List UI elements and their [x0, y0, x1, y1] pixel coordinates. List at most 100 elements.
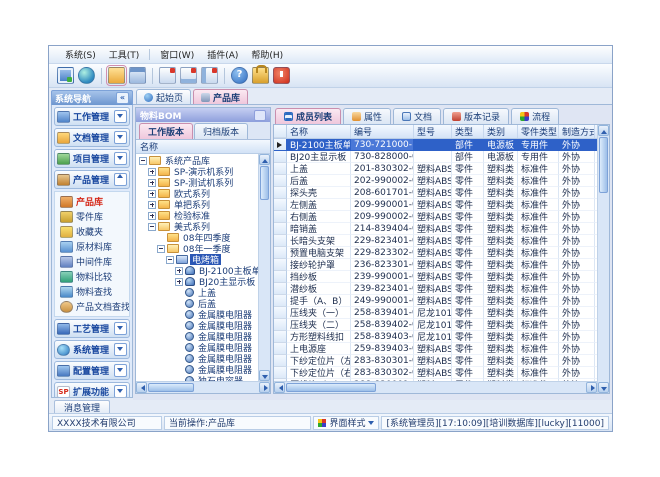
table-row[interactable]: 探头壳208-601701-01I塑料ABS零件塑料类标准件外协条	[274, 187, 597, 199]
sidebar-section-工作管理[interactable]: 工作管理	[54, 107, 130, 126]
table-row[interactable]: 下纱定位片（右）283-830302-00I塑料ABS零件塑料类标准件外协条	[274, 367, 597, 379]
scroll-down-icon[interactable]	[259, 370, 270, 381]
sidebar-section-扩展功能[interactable]: 扩展功能	[54, 382, 130, 398]
column-header-名称[interactable]: 名称	[287, 125, 351, 138]
expand-icon[interactable]	[148, 179, 156, 187]
expand-icon[interactable]	[148, 201, 156, 209]
tree-node-金属膜电阻器[interactable]: 金属膜电阻器	[136, 331, 258, 342]
table-row[interactable]: 潜纱板239-823401-00I塑料ABS零件塑料类标准件外协条	[274, 283, 597, 295]
sidebar-section-产品管理[interactable]: 产品管理	[54, 170, 130, 189]
tree-vertical-scrollbar[interactable]	[258, 154, 270, 381]
tree-node-金属膜电阻器[interactable]: 金属膜电阻器	[136, 309, 258, 320]
chevron-down-icon[interactable]	[114, 343, 127, 356]
expand-icon[interactable]	[175, 267, 183, 275]
tree-node-金属膜电阻器[interactable]: 金属膜电阻器	[136, 342, 258, 353]
table-row[interactable]: 挡纱板239-990001-01I塑料ABS零件塑料类标准件外协条	[274, 271, 597, 283]
row-selector[interactable]	[274, 151, 287, 163]
tree-node-电烤箱[interactable]: 电烤箱	[136, 254, 258, 265]
tree-hscroll-thumb[interactable]	[148, 383, 194, 392]
tree-column-header[interactable]: 名称	[136, 140, 270, 154]
sidebar-item-产品文档查找[interactable]: 产品文档查找	[55, 299, 129, 314]
tree-node-系统产品库[interactable]: 系统产品库	[136, 155, 258, 166]
tree-node-金属膜电阻器[interactable]: 金属膜电阻器	[136, 364, 258, 375]
table-row[interactable]: 暗销盖214-839404-01I塑料ABS零件塑料类标准件外协条	[274, 223, 597, 235]
help-icon[interactable]	[231, 67, 248, 84]
table-row[interactable]: 右侧盖209-990002-01I塑料ABS零件塑料类标准件外协条	[274, 211, 597, 223]
row-selector[interactable]	[274, 175, 287, 187]
tree-node-BJ-2100主板单点[interactable]: BJ-2100主板单点	[136, 265, 258, 276]
collapse-icon[interactable]	[166, 256, 174, 264]
web-globe-icon[interactable]	[78, 67, 95, 84]
column-header-制造方式[interactable]: 制造方式	[559, 125, 595, 138]
table-row[interactable]: BJ20主显示板730-828000-04I部件电源板专用件外协颗	[274, 151, 597, 163]
row-selector[interactable]	[274, 367, 287, 379]
menu-item-4[interactable]: 插件(A)	[201, 47, 244, 62]
collapse-icon[interactable]	[157, 245, 165, 253]
lock-icon[interactable]	[252, 67, 269, 84]
table-row[interactable]: 压线夹（二）258-839402-00I尼龙1010零件塑料类标准件外协条	[274, 319, 597, 331]
table-row[interactable]: 提手（A、B）249-990001-01I塑料ABS零件塑料类标准件外协条	[274, 295, 597, 307]
row-selector[interactable]	[274, 319, 287, 331]
table-row[interactable]: 预置电脑支架229-823302-00I塑料ABS零件塑料类标准件外协条	[274, 247, 597, 259]
sidebar-section-工艺管理[interactable]: 工艺管理	[54, 319, 130, 338]
table-row[interactable]: 下纱定位片（左）283-830301-00I塑料ABS零件塑料类标准件外协条	[274, 355, 597, 367]
menu-item-2[interactable]: 工具(T)	[103, 47, 146, 62]
sidebar-section-文档管理[interactable]: 文档管理	[54, 128, 130, 147]
column-header-类别[interactable]: 类别	[484, 125, 518, 138]
column-header-型号[interactable]: 型号	[414, 125, 452, 138]
row-selector[interactable]	[274, 211, 287, 223]
row-selector[interactable]	[274, 295, 287, 307]
message-task-icon[interactable]	[180, 67, 197, 84]
row-selector[interactable]	[274, 355, 287, 367]
exit-icon[interactable]	[273, 67, 290, 84]
expand-icon[interactable]	[148, 212, 156, 220]
message-send-icon[interactable]	[201, 67, 218, 84]
table-scroll-thumb[interactable]	[599, 137, 608, 193]
chevron-down-icon[interactable]	[114, 322, 127, 335]
tree-node-检验标准[interactable]: 检验标准	[136, 210, 258, 221]
sidebar-item-物料查找[interactable]: 物料查找	[55, 284, 129, 299]
tab-归档版本[interactable]: 归档版本	[194, 123, 248, 139]
chevron-down-icon[interactable]	[114, 364, 127, 377]
table-row[interactable]: 后盖202-990002-01I塑料ABS零件塑料类标准件外协条	[274, 175, 597, 187]
tree-node-08年四季度[interactable]: 08年四季度	[136, 232, 258, 243]
tab-产品库[interactable]: 产品库	[193, 89, 248, 104]
sidebar-section-项目管理[interactable]: 项目管理	[54, 149, 130, 168]
table-horizontal-scrollbar[interactable]	[274, 381, 597, 393]
tree-scroll-thumb[interactable]	[260, 166, 269, 200]
tab-流程[interactable]: 流程	[511, 108, 559, 124]
sidebar-item-产品库[interactable]: 产品库	[55, 194, 129, 209]
table-row[interactable]: 长暗头支架229-823401-00I塑料ABS零件塑料类标准件外协条	[274, 235, 597, 247]
collapse-icon[interactable]	[139, 157, 147, 165]
row-selector[interactable]	[274, 331, 287, 343]
table-row[interactable]: BJ-2100主板单点730-721000-12I部件电源板专用件外协颗	[274, 139, 597, 151]
pin-icon[interactable]	[254, 110, 266, 121]
menu-item-5[interactable]: 帮助(H)	[245, 47, 289, 62]
product-library-icon[interactable]	[108, 67, 125, 84]
row-selector[interactable]	[274, 235, 287, 247]
sidebar-item-零件库[interactable]: 零件库	[55, 209, 129, 224]
sidebar-section-配置管理[interactable]: 配置管理	[54, 361, 130, 380]
expand-icon[interactable]	[175, 278, 183, 286]
row-selector[interactable]	[274, 343, 287, 355]
row-selector[interactable]	[274, 247, 287, 259]
sidebar-item-中间件库[interactable]: 中间件库	[55, 254, 129, 269]
sidebar-item-原材料库[interactable]: 原材料库	[55, 239, 129, 254]
chevron-down-icon[interactable]	[114, 110, 127, 123]
expand-icon[interactable]	[148, 190, 156, 198]
chevron-down-icon[interactable]	[114, 385, 127, 398]
table-row[interactable]: 压线夹（一）258-839401-00I尼龙1010零件塑料类标准件外协条	[274, 307, 597, 319]
sidebar-section-系统管理[interactable]: 系统管理	[54, 340, 130, 359]
tree-node-欧式系列[interactable]: 欧式系列	[136, 188, 258, 199]
table-hscroll-thumb[interactable]	[286, 383, 376, 392]
row-selector[interactable]	[274, 283, 287, 295]
scroll-left-icon[interactable]	[274, 382, 285, 393]
window-layout-icon[interactable]	[129, 67, 146, 84]
menu-item-1[interactable]: 系统(S)	[59, 47, 102, 62]
message-new-icon[interactable]	[159, 67, 176, 84]
table-row[interactable]: 上电源座259-839403-00I塑料ABS零件塑料类标准件外协条	[274, 343, 597, 355]
tree-node-上盖[interactable]: 上盖	[136, 287, 258, 298]
row-selector[interactable]	[274, 163, 287, 175]
chevron-down-icon[interactable]	[114, 152, 127, 165]
message-manager-tab[interactable]: 消息管理	[54, 400, 110, 413]
